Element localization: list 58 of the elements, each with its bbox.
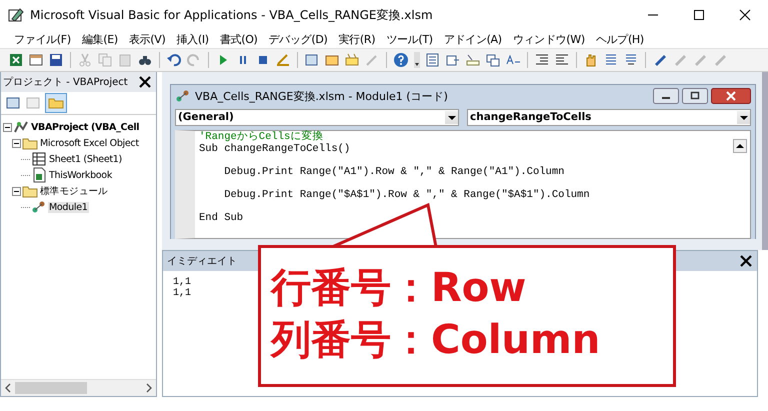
- window-title: Microsoft Visual Basic for Applications - VBA_Cells_RANGE変換.xlsm: [30, 6, 434, 24]
- project-explorer-icon[interactable]: [304, 52, 320, 68]
- code-comment: 'RangeからCellsに変換: [199, 132, 324, 143]
- callout-text: 行番号：Row: [271, 264, 528, 313]
- output-line: 1,1: [173, 288, 192, 299]
- parameter-info-icon[interactable]: [485, 52, 501, 68]
- tree-item[interactable]: VBAProject (VBA_Cell: [30, 122, 140, 132]
- collapse-icon[interactable]: [3, 122, 12, 132]
- code-line: Debug.Print Range("A1").Row & "," & Range("A1").Column: [223, 166, 566, 178]
- code-line: End Sub: [199, 212, 244, 224]
- menu-item[interactable]: 書式(O): [220, 32, 258, 46]
- project-icon: [13, 119, 29, 135]
- collapse-icon[interactable]: [12, 186, 21, 196]
- save-icon[interactable]: [48, 52, 64, 68]
- code-window-title: VBA_Cells_RANGE変換.xlsm - Module1 (コード): [195, 88, 449, 104]
- restore-icon[interactable]: [682, 88, 708, 104]
- tree-item[interactable]: Module1: [48, 202, 88, 212]
- close-icon[interactable]: [737, 253, 755, 269]
- callout-text: 列番号：Column: [271, 316, 602, 365]
- pane-title: イミディエイト: [167, 255, 237, 268]
- menu-item[interactable]: アドイン(A): [444, 32, 502, 46]
- menu-item[interactable]: ウィンドウ(W): [512, 32, 585, 46]
- toolbox-icon[interactable]: [344, 52, 360, 68]
- code-line: Debug.Print Range("$A$1").Row & "," & Range("$A$1").Column: [223, 190, 591, 201]
- undo-icon[interactable]: [166, 52, 182, 68]
- menu-item[interactable]: 編集(E): [82, 32, 118, 46]
- tree-item[interactable]: Sheet1 (Sheet1): [48, 154, 123, 164]
- module-icon: [31, 199, 47, 215]
- minimize-icon[interactable]: [653, 88, 679, 104]
- tree-item[interactable]: ThisWorkbook: [48, 170, 114, 180]
- help-icon[interactable]: [393, 52, 409, 68]
- close-icon[interactable]: [711, 88, 751, 104]
- close-icon[interactable]: [136, 74, 154, 90]
- excel-icon[interactable]: [8, 52, 24, 68]
- menu-item[interactable]: デバッグ(D): [268, 32, 328, 46]
- module-icon: [175, 88, 191, 104]
- workbook-icon: [31, 167, 47, 183]
- list-properties-icon[interactable]: [425, 52, 441, 68]
- procedure-dropdown[interactable]: changeRangeToCells: [467, 108, 751, 126]
- menu-item[interactable]: ツール(T): [386, 32, 433, 46]
- collapse-icon[interactable]: [12, 138, 21, 148]
- menu-item[interactable]: 実行(R): [338, 32, 376, 46]
- view-code-icon[interactable]: [5, 95, 21, 111]
- pane-title: プロジェクト - VBAProject: [3, 76, 128, 89]
- app-icon: [8, 7, 24, 23]
- menu-item[interactable]: 表示(V): [128, 32, 166, 46]
- horizontal-scrollbar[interactable]: [1, 379, 156, 396]
- tree-item[interactable]: 標準モジュール: [39, 184, 109, 198]
- toolbar-grip-icon[interactable]: [413, 51, 421, 69]
- menu-item[interactable]: ファイル(F): [14, 32, 71, 46]
- object-dropdown[interactable]: (General): [175, 108, 459, 126]
- menu-item[interactable]: 挿入(I): [176, 32, 209, 46]
- menu-item[interactable]: ヘルプ(H): [596, 32, 644, 46]
- sheet-icon: [31, 151, 47, 167]
- output-line: 1,1: [173, 277, 192, 288]
- tree-item[interactable]: Microsoft Excel Object: [39, 138, 140, 148]
- code-line: Sub changeRangeToCells(): [199, 144, 352, 155]
- form-icon[interactable]: [28, 52, 44, 68]
